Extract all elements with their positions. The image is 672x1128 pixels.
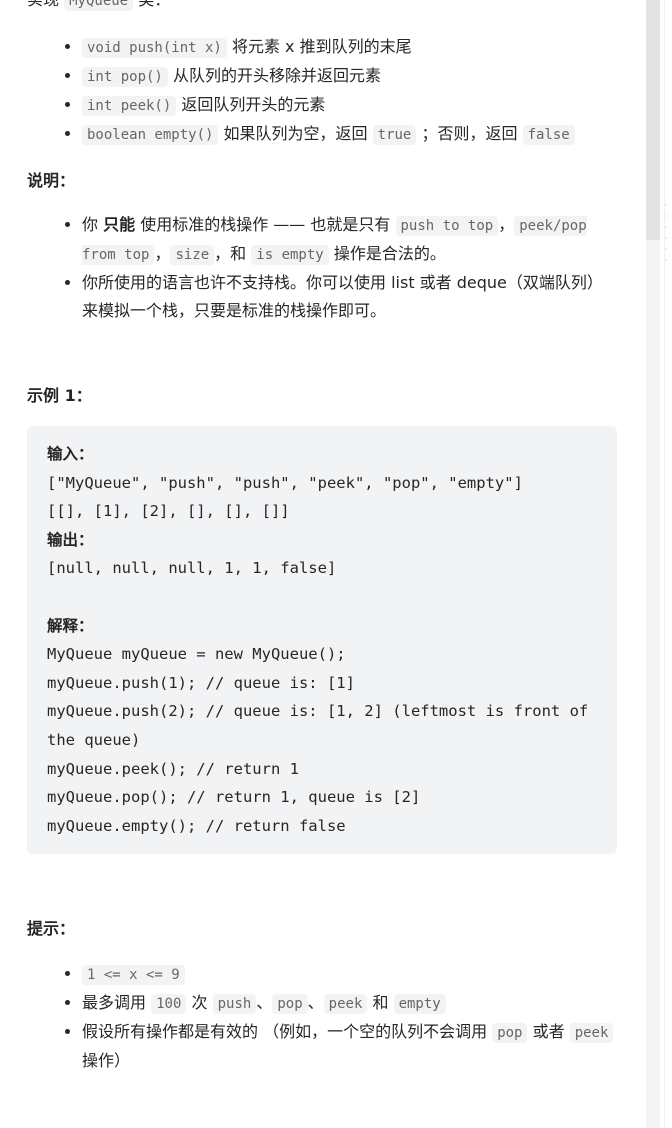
example-heading: 示例 1： bbox=[27, 386, 92, 405]
list-item: 假设所有操作都是有效的 （例如，一个空的队列不会调用 pop 或者 peek 操… bbox=[82, 1018, 617, 1075]
list-item: boolean empty() 如果队列为空，返回 true ；否则，返回 fa… bbox=[82, 120, 617, 149]
list-item: 最多调用 100 次 push、pop、peek 和 empty bbox=[82, 989, 617, 1018]
notes-list: 你 只能 使用标准的栈操作 —— 也就是只有 push to top，peek/… bbox=[27, 211, 617, 325]
list-item: 你所使用的语言也许不支持栈。你可以使用 list 或者 deque（双端队列）来… bbox=[82, 269, 617, 325]
list-item: int peek() 返回队列开头的元素 bbox=[82, 91, 617, 120]
list-item: int pop() 从队列的开头移除并返回元素 bbox=[82, 62, 617, 91]
list-item: 1 <= x <= 9 bbox=[82, 960, 617, 989]
scrollbar-thumb[interactable] bbox=[646, 0, 660, 240]
notes-heading: 说明： bbox=[27, 171, 76, 190]
method-list: void push(int x) 将元素 x 推到队列的末尾 int pop()… bbox=[27, 33, 617, 149]
drag-handle-icon[interactable]: · · · · · · bbox=[665, 200, 668, 266]
intro: 实现 MyQueue 类： bbox=[27, 0, 617, 15]
problem-description: 实现 MyQueue 类： void push(int x) 将元素 x 推到队… bbox=[27, 0, 617, 1075]
list-item: 你 只能 使用标准的栈操作 —— 也就是只有 push to top，peek/… bbox=[82, 211, 617, 269]
hints-list: 1 <= x <= 9 最多调用 100 次 push、pop、peek 和 e… bbox=[27, 960, 617, 1075]
hints-heading: 提示： bbox=[27, 919, 76, 939]
list-item: void push(int x) 将元素 x 推到队列的末尾 bbox=[82, 33, 617, 62]
example-code-block: 输入： ["MyQueue", "push", "push", "peek", … bbox=[27, 426, 617, 855]
panel-divider[interactable] bbox=[664, 0, 672, 1128]
